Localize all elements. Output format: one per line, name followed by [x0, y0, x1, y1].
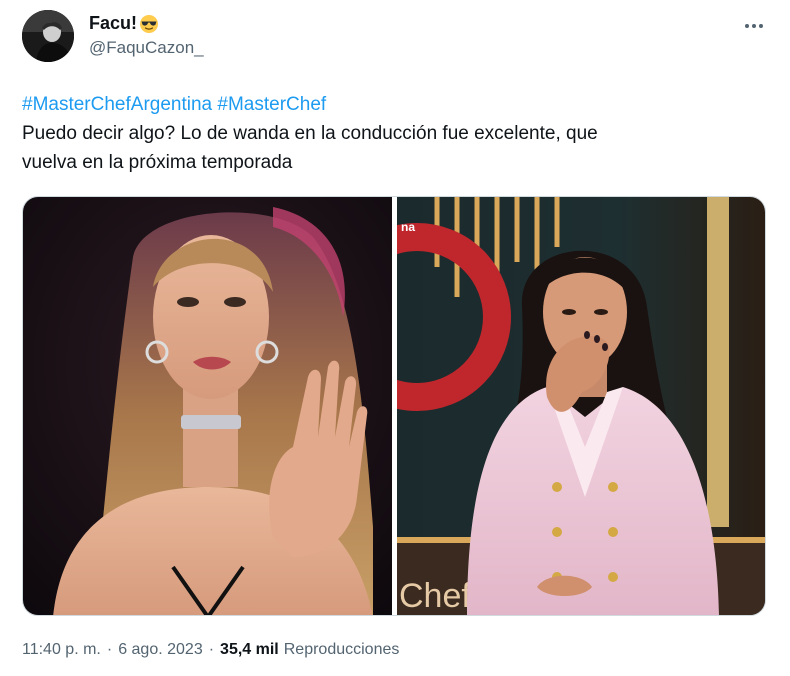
media-grid: na Chef — [22, 196, 766, 616]
author-display-name[interactable]: Facu! — [89, 13, 137, 34]
tweet-text-line: Puedo decir algo? Lo de wanda en la cond… — [22, 123, 598, 144]
separator: · — [106, 641, 113, 658]
hashtag-masterchefargentina[interactable]: #MasterChefArgentina — [22, 94, 212, 115]
tweet-text: #MasterChefArgentina #MasterChef Puedo d… — [22, 90, 762, 177]
tweet-date[interactable]: 6 ago. 2023 — [118, 641, 203, 659]
views-label: Reproducciones — [283, 641, 400, 658]
tweet-card: Facu! @FaquCazon_ #MasterChefArgentina #… — [0, 0, 790, 676]
dot — [759, 24, 763, 28]
author-handle[interactable]: @FaquCazon_ — [89, 38, 204, 58]
photo-edge-text: na — [401, 220, 415, 234]
tweet-time[interactable]: 11:40 p. m. — [22, 641, 101, 659]
views-count: 35,4 mil — [220, 641, 279, 658]
dot — [752, 24, 756, 28]
author-name-row[interactable]: Facu! — [89, 13, 159, 34]
avatar[interactable] — [22, 10, 74, 62]
photo-woman-pink-blazer[interactable]: na Chef — [397, 197, 765, 615]
photo-overlay-text: Chef — [399, 577, 471, 615]
hashtag-masterchef[interactable]: #MasterChef — [217, 94, 326, 115]
more-options-icon[interactable] — [739, 14, 769, 38]
sunglasses-emoji-icon — [139, 14, 159, 34]
hashtag-line: #MasterChefArgentina #MasterChef — [22, 90, 762, 119]
dot — [745, 24, 749, 28]
photo-woman-raised-hand[interactable] — [23, 197, 392, 615]
tweet-metadata: 11:40 p. m. · 6 ago. 2023 · 35,4 mil Rep… — [22, 641, 399, 659]
separator: · — [208, 641, 215, 658]
tweet-text-line: vuelva en la próxima temporada — [22, 152, 293, 173]
